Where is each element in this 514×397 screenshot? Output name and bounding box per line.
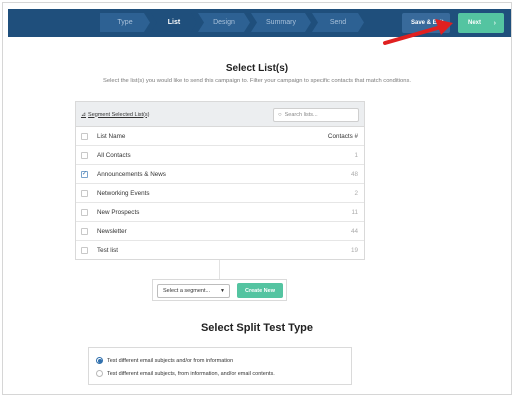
table-row[interactable]: New Prospects 11 (76, 203, 364, 222)
table-row[interactable]: All Contacts 1 (76, 146, 364, 165)
table-row[interactable]: Networking Events 2 (76, 184, 364, 203)
table-row[interactable]: Newsletter 44 (76, 222, 364, 241)
wizard-steps: Type List Design Summary Send (100, 13, 365, 32)
segment-select[interactable]: Select a segment... ▼ (157, 284, 230, 298)
radio-unselected[interactable] (96, 370, 103, 377)
segment-controls: Select a segment... ▼ Create New (152, 279, 287, 301)
contact-count: 44 (350, 227, 358, 235)
lists-panel: ⊿ Segment Selected List(s) ○ List Name C… (75, 101, 365, 260)
step-list[interactable]: List (151, 13, 197, 32)
contact-count: 1 (354, 151, 358, 159)
column-header-contacts[interactable]: Contacts # (328, 133, 358, 140)
table-row[interactable]: Test list 19 (76, 241, 364, 260)
step-send[interactable]: Send (312, 13, 364, 32)
step-design[interactable]: Design (198, 13, 250, 32)
split-test-options: Test different email subjects and/or fro… (88, 347, 352, 385)
split-test-title: Select Split Test Type (200, 322, 314, 334)
next-button[interactable]: Next › (458, 13, 504, 33)
list-name: All Contacts (97, 151, 131, 159)
split-option-contents[interactable]: Test different email subjects, from info… (96, 370, 275, 377)
row-checkbox[interactable] (81, 247, 88, 254)
search-lists-input[interactable] (284, 112, 355, 118)
select-all-checkbox[interactable] (81, 132, 88, 140)
contact-count: 2 (354, 189, 358, 197)
row-checkbox[interactable] (81, 189, 88, 197)
table-row[interactable]: ✓ Announcements & News 48 (76, 165, 364, 184)
search-icon: ○ (278, 112, 282, 118)
segment-filter-icon: ⊿ (81, 112, 87, 118)
list-name: Announcements & News (97, 170, 166, 178)
next-button-label: Next (468, 20, 482, 26)
app-window: Type List Design Summary Send Save & Exi… (2, 2, 512, 395)
list-name: Newsletter (97, 227, 127, 235)
lists-table-header: List Name Contacts # (76, 127, 364, 146)
segment-select-value: Select a segment... (163, 288, 211, 294)
contact-count: 48 (350, 170, 358, 178)
list-name: New Prospects (97, 208, 140, 216)
list-name: Test list (97, 247, 118, 254)
row-checkbox-checked[interactable]: ✓ (81, 170, 88, 178)
row-checkbox[interactable] (81, 227, 88, 235)
split-option-label: Test different email subjects and/or fro… (107, 357, 234, 364)
step-summary[interactable]: Summary (251, 13, 311, 32)
segment-selected-lists-link[interactable]: ⊿ Segment Selected List(s) (81, 111, 150, 119)
list-name: Networking Events (97, 189, 150, 197)
segment-link-label: Segment Selected List(s) (88, 111, 150, 118)
split-option-label: Test different email subjects, from info… (107, 370, 275, 377)
create-new-segment-button[interactable]: Create New (237, 283, 283, 298)
select-lists-title: Select List(s) (225, 63, 289, 74)
radio-selected[interactable] (96, 357, 103, 364)
lists-panel-header: ⊿ Segment Selected List(s) ○ (76, 102, 364, 127)
segment-connector-line (219, 260, 220, 279)
chevron-right-icon: › (493, 19, 496, 27)
select-lists-subtitle: Select the list(s) you would like to sen… (102, 78, 412, 84)
step-type[interactable]: Type (100, 13, 150, 32)
search-lists-box[interactable]: ○ (273, 108, 359, 122)
contact-count: 11 (351, 208, 358, 216)
checkmark-icon: ✓ (81, 171, 88, 177)
row-checkbox[interactable] (81, 208, 88, 216)
split-option-subjects[interactable]: Test different email subjects and/or fro… (96, 357, 233, 364)
red-arrow-annotation (383, 19, 453, 45)
row-checkbox[interactable] (81, 151, 88, 159)
column-header-list-name[interactable]: List Name (97, 133, 125, 140)
contact-count: 19 (350, 247, 358, 254)
caret-down-icon: ▼ (220, 288, 225, 294)
